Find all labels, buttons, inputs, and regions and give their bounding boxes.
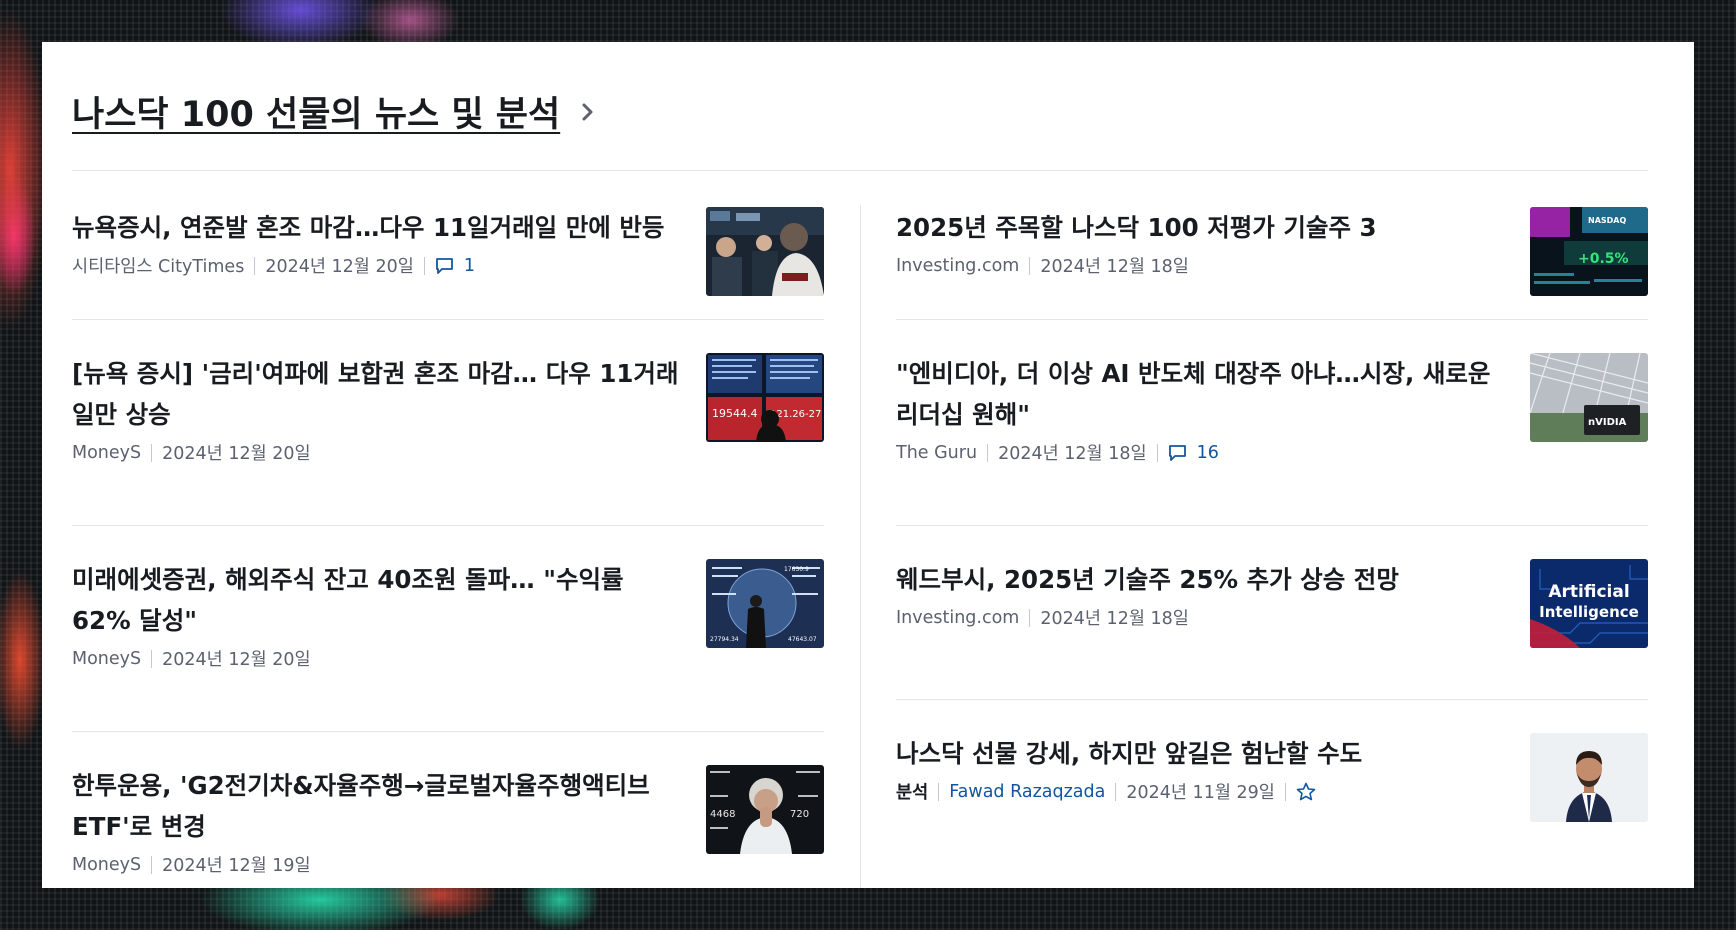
market-screen-photo: 17630.9 27794.34 47643.07: [706, 559, 824, 648]
comment-count: 1: [463, 255, 475, 276]
article-thumbnail[interactable]: NASDAQ +0.5%: [1530, 207, 1648, 296]
article-date: 2024년 11월 29일: [1126, 783, 1275, 803]
article-thumbnail[interactable]: [1530, 733, 1648, 822]
article-source[interactable]: Investing.com: [896, 608, 1019, 628]
article-headline[interactable]: "엔비디아, 더 이상 AI 반도체 대장주 아냐…시장, 새로운 리더십 원해…: [896, 353, 1508, 435]
thumb-text: Artificial: [1548, 582, 1629, 602]
thumb-text: 19544.4: [712, 407, 758, 420]
article-item: 웨드부시, 2025년 기술주 25% 추가 상승 전망 Investing.c…: [896, 559, 1648, 700]
news-column-left: 뉴욕증시, 연준발 혼조 마감…다우 11일거래일 만에 반등 시티타임스 Ci…: [72, 207, 824, 888]
article-headline[interactable]: 미래에셋증권, 해외주식 잔고 40조원 돌파… "수익률 62% 달성": [72, 559, 684, 641]
article-headline[interactable]: 2025년 주목할 나스닥 100 저평가 기술주 3: [896, 207, 1508, 248]
thumb-text: nVIDIA: [1588, 417, 1627, 428]
article-date: 2024년 12월 20일: [265, 257, 414, 277]
article-type-label: 분석: [896, 783, 929, 803]
thumb-text: 4468: [710, 809, 735, 820]
news-column-right: 2025년 주목할 나스닥 100 저평가 기술주 3 Investing.co…: [896, 207, 1648, 873]
trader-photo: [706, 207, 824, 296]
comment-count: 16: [1196, 442, 1219, 463]
thumb-text: Intelligence: [1539, 603, 1639, 621]
thumb-text: 27794.34: [710, 636, 739, 643]
article-item: 나스닥 선물 강세, 하지만 앞길은 험난할 수도 분석 Fawad Razaq…: [896, 733, 1648, 873]
comment-bubble-icon: [435, 257, 453, 274]
article-thumbnail[interactable]: 17630.9 27794.34 47643.07: [706, 559, 824, 648]
article-date: 2024년 12월 18일: [1040, 609, 1189, 629]
article-source[interactable]: Investing.com: [896, 256, 1019, 276]
section-header: 나스닥 100 선물의 뉴스 및 분석: [72, 86, 596, 137]
comments-link[interactable]: 1: [435, 256, 475, 276]
article-meta: MoneyS 2024년 12월 19일: [72, 852, 684, 877]
article-item: "엔비디아, 더 이상 AI 반도체 대장주 아냐…시장, 새로운 리더십 원해…: [896, 353, 1648, 526]
article-item: 2025년 주목할 나스닥 100 저평가 기술주 3 Investing.co…: [896, 207, 1648, 320]
article-meta: Investing.com 2024년 12월 18일: [896, 605, 1508, 630]
ai-circuit-photo: Artificial Intelligence: [1530, 559, 1648, 648]
meta-separator: [151, 443, 153, 462]
article-thumbnail[interactable]: 4468 720: [706, 765, 824, 854]
article-meta: MoneyS 2024년 12월 20일: [72, 646, 684, 671]
thumb-text: NASDAQ: [1588, 216, 1626, 225]
article-item: 한투운용, 'G2전기차&자율주행→글로벌자율주행액티브 ETF'로 변경 Mo…: [72, 765, 824, 888]
article-meta: 시티타임스 CityTimes 2024년 12월 20일 1: [72, 253, 692, 278]
news-section: 나스닥 100 선물의 뉴스 및 분석 뉴욕증시, 연준발 혼조 마감…다우 1…: [42, 42, 1694, 888]
nasdaq-sign-photo: NASDAQ +0.5%: [1530, 207, 1648, 296]
article-meta: Investing.com 2024년 12월 18일: [896, 253, 1508, 278]
article-headline[interactable]: 한투운용, 'G2전기차&자율주행→글로벌자율주행액티브 ETF'로 변경: [72, 765, 684, 847]
article-meta: 분석 Fawad Razaqzada 2024년 11월 29일: [896, 779, 1508, 804]
article-headline[interactable]: [뉴욕 증시] '금리'여파에 보합권 혼조 마감… 다우 11거래일만 상승: [72, 353, 684, 435]
article-date: 2024년 12월 20일: [162, 444, 311, 464]
article-meta: The Guru 2024년 12월 18일 16: [896, 440, 1508, 465]
meta-separator: [1156, 443, 1158, 462]
article-source[interactable]: MoneyS: [72, 443, 141, 463]
star-outline-icon[interactable]: [1296, 782, 1316, 801]
article-source[interactable]: 시티타임스 CityTimes: [72, 253, 244, 278]
article-source[interactable]: MoneyS: [72, 855, 141, 875]
article-thumbnail[interactable]: Artificial Intelligence: [1530, 559, 1648, 648]
chevron-right-icon[interactable]: [580, 100, 596, 124]
article-date: 2024년 12월 18일: [1040, 257, 1189, 277]
thumb-text: 47643.07: [788, 636, 817, 643]
article-thumbnail[interactable]: nVIDIA: [1530, 353, 1648, 442]
meta-separator: [423, 256, 425, 275]
nvidia-building-photo: nVIDIA: [1530, 353, 1648, 442]
article-source[interactable]: The Guru: [896, 443, 977, 463]
comments-link[interactable]: 16: [1168, 443, 1219, 463]
meta-separator: [254, 256, 256, 275]
article-headline[interactable]: 웨드부시, 2025년 기술주 25% 추가 상승 전망: [896, 559, 1508, 600]
article-thumbnail[interactable]: 19544.4 121.26-27: [706, 353, 824, 442]
article-date: 2024년 12월 20일: [162, 650, 311, 670]
article-headline[interactable]: 나스닥 선물 강세, 하지만 앞길은 험난할 수도: [896, 733, 1508, 774]
worried-trader-photo: 4468 720: [706, 765, 824, 854]
article-source[interactable]: MoneyS: [72, 649, 141, 669]
meta-separator: [151, 855, 153, 874]
meta-separator: [987, 443, 989, 462]
thumb-text: 17630.9: [784, 566, 809, 573]
comment-bubble-icon: [1168, 444, 1186, 461]
article-meta: MoneyS 2024년 12월 20일: [72, 440, 684, 465]
section-title-link[interactable]: 나스닥 100 선물의 뉴스 및 분석: [72, 86, 560, 137]
article-date: 2024년 12월 18일: [998, 444, 1147, 464]
header-divider: [72, 170, 1648, 171]
author-link[interactable]: Fawad Razaqzada: [949, 782, 1105, 802]
meta-separator: [1284, 782, 1286, 801]
thumb-text: +0.5%: [1578, 251, 1629, 267]
meta-separator: [151, 649, 153, 668]
meta-separator: [1115, 782, 1117, 801]
column-divider: [860, 205, 861, 888]
article-headline[interactable]: 뉴욕증시, 연준발 혼조 마감…다우 11일거래일 만에 반등: [72, 207, 692, 248]
article-date: 2024년 12월 19일: [162, 856, 311, 876]
stock-board-photo: 19544.4 121.26-27: [706, 353, 824, 442]
article-item: 미래에셋증권, 해외주식 잔고 40조원 돌파… "수익률 62% 달성" Mo…: [72, 559, 824, 732]
thumb-text: 720: [790, 809, 809, 820]
article-item: [뉴욕 증시] '금리'여파에 보합권 혼조 마감… 다우 11거래일만 상승 …: [72, 353, 824, 526]
meta-separator: [1029, 256, 1031, 275]
author-portrait-photo: [1530, 733, 1648, 822]
meta-separator: [1029, 608, 1031, 627]
article-thumbnail[interactable]: [706, 207, 824, 296]
article-item: 뉴욕증시, 연준발 혼조 마감…다우 11일거래일 만에 반등 시티타임스 Ci…: [72, 207, 824, 320]
meta-separator: [938, 782, 940, 801]
